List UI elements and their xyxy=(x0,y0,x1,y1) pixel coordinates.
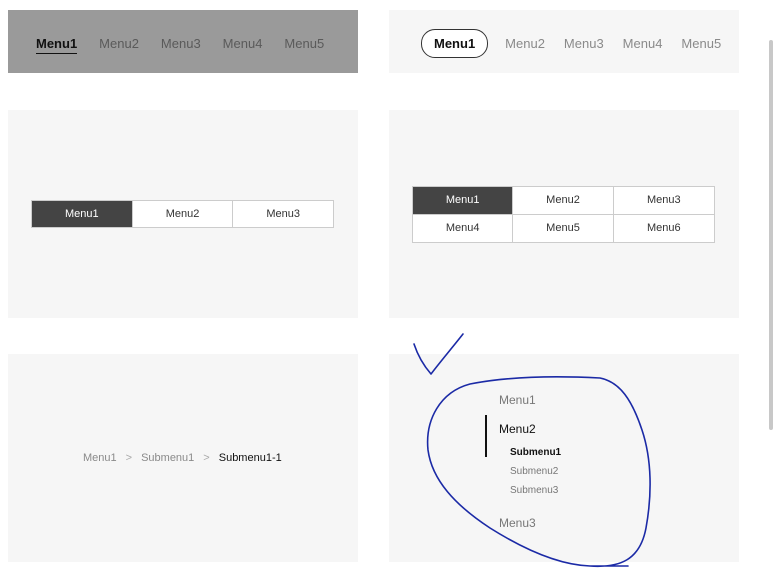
grid-menu: Menu1 Menu2 Menu3 Menu4 Menu5 Menu6 xyxy=(412,186,715,243)
grid-menu-panel: Menu1 Menu2 Menu3 Menu4 Menu5 Menu6 xyxy=(389,110,739,318)
segmented-menu-item-1[interactable]: Menu1 xyxy=(32,201,133,227)
grid-menu-item-3[interactable]: Menu3 xyxy=(613,187,714,215)
segmented-menu: Menu1 Menu2 Menu3 xyxy=(31,200,334,228)
vertical-menu-item-1[interactable]: Menu1 xyxy=(499,393,536,407)
breadcrumb-separator-icon: > xyxy=(125,452,133,464)
breadcrumb-current: Submenu1-1 xyxy=(218,452,282,464)
underline-menu-panel: Menu1 Menu2 Menu3 Menu4 Menu5 xyxy=(8,10,358,73)
breadcrumb-panel: Menu1 > Submenu1 > Submenu1-1 xyxy=(8,354,358,562)
grid-menu-item-6[interactable]: Menu6 xyxy=(614,215,714,242)
pill-menu-item-1[interactable]: Menu1 xyxy=(421,29,489,58)
pill-menu-item-2[interactable]: Menu2 xyxy=(505,36,545,51)
pill-menu: Menu1 Menu2 Menu3 Menu4 Menu5 xyxy=(421,29,740,58)
submenu-item-3[interactable]: Submenu3 xyxy=(510,485,558,496)
pill-menu-item-5[interactable]: Menu5 xyxy=(681,36,721,51)
breadcrumb-separator-icon: > xyxy=(203,452,210,464)
submenu-item-1[interactable]: Submenu1 xyxy=(510,447,561,458)
segmented-menu-item-2[interactable]: Menu2 xyxy=(133,201,234,227)
breadcrumb-item-1[interactable]: Menu1 xyxy=(83,452,117,464)
grid-menu-item-2[interactable]: Menu2 xyxy=(513,187,614,215)
underline-menu-item-3[interactable]: Menu3 xyxy=(161,36,201,54)
breadcrumb-item-2[interactable]: Submenu1 xyxy=(141,452,194,464)
submenu-item-2[interactable]: Submenu2 xyxy=(510,466,558,477)
segmented-menu-panel: Menu1 Menu2 Menu3 xyxy=(8,110,358,318)
grid-menu-item-4[interactable]: Menu4 xyxy=(413,215,514,242)
underline-menu-item-5[interactable]: Menu5 xyxy=(284,36,324,54)
underline-menu-item-2[interactable]: Menu2 xyxy=(99,36,139,54)
underline-menu-item-4[interactable]: Menu4 xyxy=(223,36,263,54)
underline-menu: Menu1 Menu2 Menu3 Menu4 Menu5 xyxy=(36,36,346,54)
pill-menu-panel: Menu1 Menu2 Menu3 Menu4 Menu5 xyxy=(389,10,739,73)
vertical-menu-item-3[interactable]: Menu3 xyxy=(499,516,536,530)
vertical-menu-panel: Menu1 Menu2 Submenu1 Submenu2 Submenu3 M… xyxy=(389,354,739,562)
vertical-menu-item-2[interactable]: Menu2 xyxy=(499,422,536,436)
segmented-menu-item-3[interactable]: Menu3 xyxy=(233,201,333,227)
grid-menu-item-5[interactable]: Menu5 xyxy=(513,215,614,242)
active-indicator-bar xyxy=(485,415,487,457)
breadcrumb: Menu1 > Submenu1 > Submenu1-1 xyxy=(83,452,282,464)
pill-menu-item-3[interactable]: Menu3 xyxy=(564,36,604,51)
grid-menu-item-1[interactable]: Menu1 xyxy=(413,187,514,215)
scrollbar[interactable] xyxy=(769,40,773,430)
underline-menu-item-1[interactable]: Menu1 xyxy=(36,36,78,54)
pill-menu-item-4[interactable]: Menu4 xyxy=(623,36,663,51)
